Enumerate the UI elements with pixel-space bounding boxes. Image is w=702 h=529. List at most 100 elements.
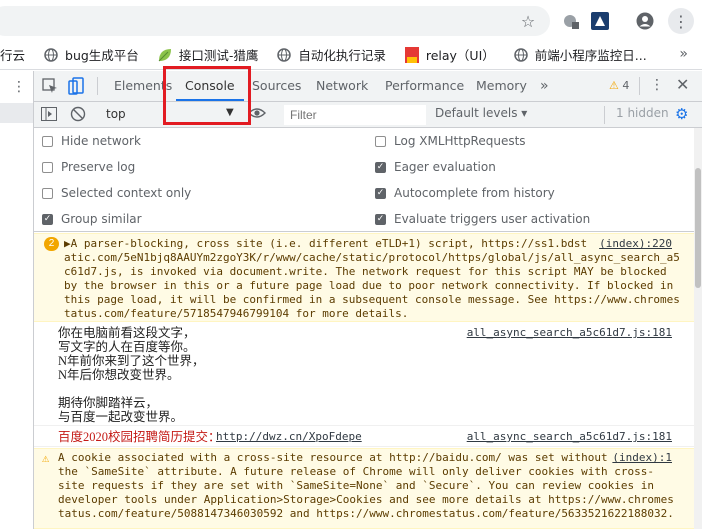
address-bar[interactable] — [0, 6, 550, 36]
warning-icon: ⚠ — [609, 79, 619, 92]
message-line: N年前你来到了这个世界， — [58, 354, 205, 368]
more-icon[interactable]: ⋮ — [12, 79, 26, 95]
setting-label: Log XMLHttpRequests — [394, 134, 526, 148]
checkbox-checked[interactable]: ✓ — [375, 187, 386, 199]
bookmark-label: 自动化执行记录 — [298, 48, 386, 63]
star-icon[interactable]: ☆ — [519, 12, 537, 31]
message-line: 你在电脑前看这段文字， — [58, 326, 196, 340]
setting-label: Eager evaluation — [394, 160, 496, 174]
bookmark-item[interactable]: 前端小程序监控日... — [513, 45, 647, 64]
setting-log-xhr[interactable]: Log XMLHttpRequests — [375, 132, 526, 150]
message-line: atic.com/5eN1bjq8AAUYm2zgoY3K/r/www/cach… — [64, 251, 680, 264]
bookmark-item[interactable]: bug生成平台 — [43, 45, 139, 64]
menu-icon[interactable]: ⋮ — [668, 8, 694, 34]
console-log-message: 百度2020校园招聘简历提交： http://dwz.cn/XpoFdepe a… — [34, 427, 694, 447]
page-area: ⋮ — [0, 71, 34, 529]
setting-label: Selected context only — [61, 186, 192, 200]
message-line: 期待你脚踏祥云， — [58, 396, 159, 410]
bookmark-icon — [404, 46, 420, 63]
checkbox-checked[interactable]: ✓ — [42, 213, 53, 225]
message-line: A cookie associated with a cross-site re… — [58, 451, 608, 464]
bookmark-label: 行云 — [0, 48, 26, 63]
setting-selected-context[interactable]: Selected context only — [42, 184, 191, 202]
bookmark-label: 接口测试-猎鹰 — [178, 48, 259, 63]
clear-console-icon[interactable] — [70, 106, 86, 125]
bookmark-item[interactable]: 自动化执行记录 — [276, 45, 386, 64]
message-line: by the browser in this or a future page … — [64, 279, 674, 292]
profile-icon[interactable] — [636, 12, 654, 30]
message-line: site requests if they are set with `Same… — [58, 479, 655, 492]
setting-evaluate-triggers[interactable]: ✓ Evaluate triggers user activation — [375, 210, 590, 228]
globe-icon — [276, 47, 292, 63]
bookmark-label: relay（UI） — [425, 48, 495, 63]
tab-sources[interactable]: Sources — [252, 71, 301, 101]
checkbox[interactable] — [42, 161, 53, 173]
message-source-link[interactable]: (index):1 — [612, 451, 672, 465]
setting-autocomplete[interactable]: ✓ Autocomplete from history — [375, 184, 555, 202]
checkbox-checked[interactable]: ✓ — [375, 161, 386, 173]
hidden-count: 1 hidden — [616, 106, 669, 120]
extension-icon[interactable] — [591, 12, 609, 30]
inspect-element-icon[interactable] — [42, 78, 58, 97]
levels-dropdown[interactable]: Default levels ▾ — [435, 106, 527, 120]
device-toolbar-icon[interactable] — [68, 77, 84, 98]
globe-icon — [513, 47, 529, 63]
checkbox[interactable] — [375, 135, 386, 147]
sidebar-toggle-icon[interactable] — [41, 107, 57, 124]
bookmarks-bar: 行云 bug生成平台 接口测试-猎鹰 自动化执行记录 relay（UI） 前端小… — [0, 40, 702, 70]
message-source-link[interactable]: all_async_search_a5c61d7.js:181 — [467, 326, 672, 340]
tab-memory[interactable]: Memory — [476, 71, 527, 101]
message-link[interactable]: http://dwz.cn/XpoFdepe — [216, 430, 362, 444]
extension-icon[interactable] — [562, 12, 580, 30]
close-icon[interactable]: ✕ — [676, 75, 689, 94]
setting-label: Group similar — [61, 212, 142, 226]
scrollbar-thumb[interactable] — [695, 168, 701, 288]
warning-counter[interactable]: ⚠ 4 — [609, 79, 629, 92]
chevron-more-icon[interactable]: » — [679, 46, 688, 62]
globe-icon — [43, 47, 59, 63]
setting-label: Hide network — [61, 134, 141, 148]
highlight-box — [163, 66, 251, 125]
setting-label: Preserve log — [61, 160, 136, 174]
console-settings-panel: Hide network Preserve log Selected conte… — [34, 128, 694, 232]
message-line: the `SameSite` attribute. A future relea… — [58, 465, 655, 478]
message-source-link[interactable]: (index):220 — [599, 237, 672, 251]
context-value: top — [106, 107, 126, 121]
divider — [604, 106, 605, 124]
console-warning-message: ⚠ (index):1 A cookie associated with a c… — [34, 448, 694, 529]
tab-network[interactable]: Network — [316, 71, 368, 101]
setting-group-similar[interactable]: ✓ Group similar — [42, 210, 142, 228]
filter-input[interactable] — [284, 105, 426, 125]
more-tabs-button[interactable]: » — [540, 71, 549, 101]
checkbox[interactable] — [42, 135, 53, 147]
setting-eager-evaluation[interactable]: ✓ Eager evaluation — [375, 158, 496, 176]
bookmark-label: bug生成平台 — [65, 48, 139, 63]
browser-toolbar: ☆ ⋮ — [0, 0, 702, 40]
gear-icon[interactable]: ⚙ — [675, 105, 688, 123]
bookmark-item[interactable]: 行云 — [0, 45, 25, 64]
message-line: ▶A parser-blocking, cross site (i.e. dif… — [64, 237, 588, 250]
console-scrollbar[interactable] — [694, 128, 702, 529]
devtools-tabbar: Elements Console Sources Network Perform… — [34, 71, 702, 102]
message-line: 与百度一起改变世界。 — [58, 410, 184, 424]
leaf-icon — [157, 47, 173, 63]
warning-icon: ⚠ — [42, 451, 50, 465]
checkbox-checked[interactable]: ✓ — [375, 213, 386, 225]
message-line: this page load, it will be confirmed in … — [64, 293, 680, 306]
bookmark-item[interactable]: relay（UI） — [404, 45, 495, 64]
message-line: tatus.com/feature/5718547946799104 for m… — [64, 307, 409, 320]
warning-count: 4 — [622, 79, 630, 92]
repeat-count-badge: 2 — [44, 237, 59, 251]
console-warning-message: 2 (index):220 ▶A parser-blocking, cross … — [34, 233, 694, 322]
console-toolbar: top ▼ Default levels ▾ 1 hidden ⚙ — [34, 102, 702, 128]
bookmark-item[interactable]: 接口测试-猎鹰 — [157, 45, 259, 64]
setting-preserve-log[interactable]: Preserve log — [42, 158, 135, 176]
setting-label: Evaluate triggers user activation — [394, 212, 591, 226]
message-source-link[interactable]: all_async_search_a5c61d7.js:181 — [467, 430, 672, 444]
checkbox[interactable] — [42, 187, 53, 199]
devtools-menu-icon[interactable]: ⋮ — [650, 77, 664, 93]
console-log-message: all_async_search_a5c61d7.js:181 你在电脑前看这段… — [34, 323, 694, 426]
setting-hide-network[interactable]: Hide network — [42, 132, 141, 150]
divider — [639, 77, 640, 95]
tab-performance[interactable]: Performance — [385, 71, 464, 101]
